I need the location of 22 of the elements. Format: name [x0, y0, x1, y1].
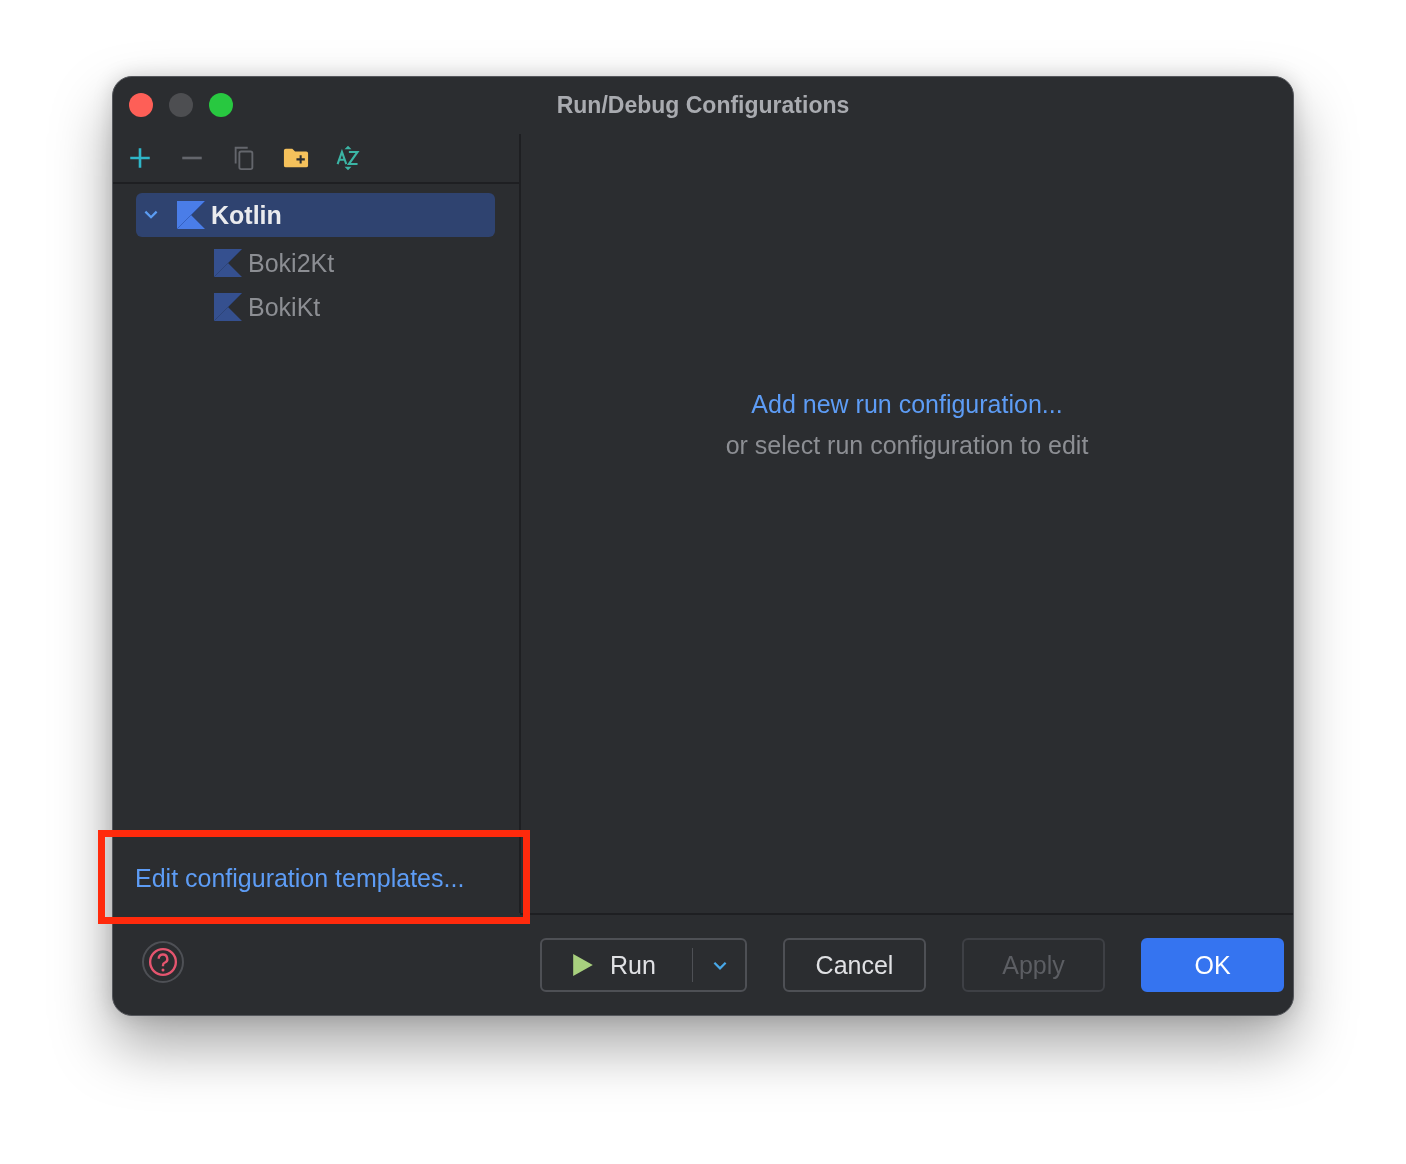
run-button[interactable]: Run [542, 950, 692, 980]
zoom-button[interactable] [209, 93, 233, 117]
sort-icon[interactable] [335, 145, 361, 171]
run-label: Run [610, 950, 656, 980]
close-button[interactable] [129, 93, 153, 117]
tree-item[interactable]: Boki2Kt [136, 245, 495, 281]
help-icon [148, 947, 178, 977]
kotlin-icon [214, 293, 242, 321]
add-icon[interactable] [127, 145, 153, 171]
tree-item[interactable]: Kotlin [136, 193, 495, 237]
kotlin-icon [214, 249, 242, 277]
play-icon [572, 953, 594, 977]
window-title: Run/Debug Configurations [556, 92, 850, 119]
dialog-button[interactable]: OK [1141, 938, 1284, 992]
help-button[interactable] [142, 941, 184, 983]
dialog-button[interactable]: Cancel [783, 938, 926, 992]
kotlin-icon [177, 201, 205, 229]
empty-hint: or select run configuration to edit [725, 431, 1089, 460]
templates-link[interactable]: Edit configuration templates... [135, 864, 519, 893]
tree-item[interactable]: BokiKt [136, 289, 495, 325]
add-configuration-link[interactable]: Add new run configuration... [751, 390, 1063, 419]
run-split-button[interactable]: Run [540, 938, 747, 992]
